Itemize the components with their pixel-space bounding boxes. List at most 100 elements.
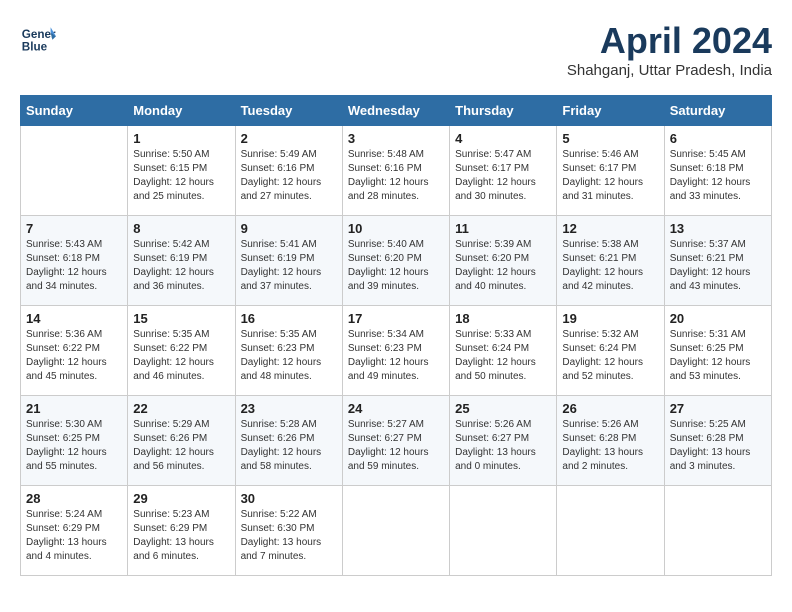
day-info: Sunrise: 5:43 AMSunset: 6:18 PMDaylight:… — [26, 238, 122, 294]
day-cell: 16 Sunrise: 5:35 AMSunset: 6:23 PMDaylig… — [235, 306, 342, 396]
day-info: Sunrise: 5:47 AMSunset: 6:17 PMDaylight:… — [455, 148, 551, 204]
day-info: Sunrise: 5:23 AMSunset: 6:29 PMDaylight:… — [133, 508, 229, 564]
day-number: 26 — [562, 401, 658, 416]
day-info: Sunrise: 5:46 AMSunset: 6:17 PMDaylight:… — [562, 148, 658, 204]
day-cell: 20 Sunrise: 5:31 AMSunset: 6:25 PMDaylig… — [664, 306, 771, 396]
day-number: 25 — [455, 401, 551, 416]
day-info: Sunrise: 5:26 AMSunset: 6:28 PMDaylight:… — [562, 418, 658, 474]
day-info: Sunrise: 5:32 AMSunset: 6:24 PMDaylight:… — [562, 328, 658, 384]
col-header-saturday: Saturday — [664, 96, 771, 126]
header-row: SundayMondayTuesdayWednesdayThursdayFrid… — [21, 96, 772, 126]
day-info: Sunrise: 5:45 AMSunset: 6:18 PMDaylight:… — [670, 148, 766, 204]
day-number: 22 — [133, 401, 229, 416]
day-info: Sunrise: 5:25 AMSunset: 6:28 PMDaylight:… — [670, 418, 766, 474]
day-cell: 5 Sunrise: 5:46 AMSunset: 6:17 PMDayligh… — [557, 126, 664, 216]
week-row-1: 1 Sunrise: 5:50 AMSunset: 6:15 PMDayligh… — [21, 126, 772, 216]
day-cell: 25 Sunrise: 5:26 AMSunset: 6:27 PMDaylig… — [450, 396, 557, 486]
col-header-tuesday: Tuesday — [235, 96, 342, 126]
day-number: 20 — [670, 311, 766, 326]
day-cell: 8 Sunrise: 5:42 AMSunset: 6:19 PMDayligh… — [128, 216, 235, 306]
day-cell: 29 Sunrise: 5:23 AMSunset: 6:29 PMDaylig… — [128, 486, 235, 576]
day-cell: 28 Sunrise: 5:24 AMSunset: 6:29 PMDaylig… — [21, 486, 128, 576]
day-cell: 14 Sunrise: 5:36 AMSunset: 6:22 PMDaylig… — [21, 306, 128, 396]
day-cell: 12 Sunrise: 5:38 AMSunset: 6:21 PMDaylig… — [557, 216, 664, 306]
day-cell — [342, 486, 449, 576]
location-subtitle: Shahganj, Uttar Pradesh, India — [567, 62, 772, 79]
day-info: Sunrise: 5:48 AMSunset: 6:16 PMDaylight:… — [348, 148, 444, 204]
day-info: Sunrise: 5:41 AMSunset: 6:19 PMDaylight:… — [241, 238, 337, 294]
col-header-friday: Friday — [557, 96, 664, 126]
day-info: Sunrise: 5:28 AMSunset: 6:26 PMDaylight:… — [241, 418, 337, 474]
day-info: Sunrise: 5:40 AMSunset: 6:20 PMDaylight:… — [348, 238, 444, 294]
day-cell: 11 Sunrise: 5:39 AMSunset: 6:20 PMDaylig… — [450, 216, 557, 306]
day-number: 6 — [670, 131, 766, 146]
day-cell: 19 Sunrise: 5:32 AMSunset: 6:24 PMDaylig… — [557, 306, 664, 396]
day-number: 14 — [26, 311, 122, 326]
day-info: Sunrise: 5:42 AMSunset: 6:19 PMDaylight:… — [133, 238, 229, 294]
week-row-3: 14 Sunrise: 5:36 AMSunset: 6:22 PMDaylig… — [21, 306, 772, 396]
day-cell: 4 Sunrise: 5:47 AMSunset: 6:17 PMDayligh… — [450, 126, 557, 216]
col-header-sunday: Sunday — [21, 96, 128, 126]
title-area: April 2024 Shahganj, Uttar Pradesh, Indi… — [567, 20, 772, 79]
day-info: Sunrise: 5:38 AMSunset: 6:21 PMDaylight:… — [562, 238, 658, 294]
day-number: 30 — [241, 491, 337, 506]
day-number: 11 — [455, 221, 551, 236]
day-number: 29 — [133, 491, 229, 506]
day-cell — [557, 486, 664, 576]
day-info: Sunrise: 5:31 AMSunset: 6:25 PMDaylight:… — [670, 328, 766, 384]
day-cell: 7 Sunrise: 5:43 AMSunset: 6:18 PMDayligh… — [21, 216, 128, 306]
day-info: Sunrise: 5:49 AMSunset: 6:16 PMDaylight:… — [241, 148, 337, 204]
day-cell — [21, 126, 128, 216]
logo-icon: General Blue — [20, 20, 56, 56]
day-cell: 18 Sunrise: 5:33 AMSunset: 6:24 PMDaylig… — [450, 306, 557, 396]
day-cell: 10 Sunrise: 5:40 AMSunset: 6:20 PMDaylig… — [342, 216, 449, 306]
week-row-4: 21 Sunrise: 5:30 AMSunset: 6:25 PMDaylig… — [21, 396, 772, 486]
day-number: 28 — [26, 491, 122, 506]
day-cell: 9 Sunrise: 5:41 AMSunset: 6:19 PMDayligh… — [235, 216, 342, 306]
day-cell: 2 Sunrise: 5:49 AMSunset: 6:16 PMDayligh… — [235, 126, 342, 216]
day-cell: 6 Sunrise: 5:45 AMSunset: 6:18 PMDayligh… — [664, 126, 771, 216]
day-cell: 27 Sunrise: 5:25 AMSunset: 6:28 PMDaylig… — [664, 396, 771, 486]
day-number: 8 — [133, 221, 229, 236]
day-info: Sunrise: 5:27 AMSunset: 6:27 PMDaylight:… — [348, 418, 444, 474]
day-info: Sunrise: 5:29 AMSunset: 6:26 PMDaylight:… — [133, 418, 229, 474]
day-number: 18 — [455, 311, 551, 326]
day-number: 2 — [241, 131, 337, 146]
day-info: Sunrise: 5:36 AMSunset: 6:22 PMDaylight:… — [26, 328, 122, 384]
week-row-2: 7 Sunrise: 5:43 AMSunset: 6:18 PMDayligh… — [21, 216, 772, 306]
day-cell: 30 Sunrise: 5:22 AMSunset: 6:30 PMDaylig… — [235, 486, 342, 576]
day-cell: 13 Sunrise: 5:37 AMSunset: 6:21 PMDaylig… — [664, 216, 771, 306]
day-cell: 24 Sunrise: 5:27 AMSunset: 6:27 PMDaylig… — [342, 396, 449, 486]
day-cell: 22 Sunrise: 5:29 AMSunset: 6:26 PMDaylig… — [128, 396, 235, 486]
day-cell: 21 Sunrise: 5:30 AMSunset: 6:25 PMDaylig… — [21, 396, 128, 486]
day-number: 27 — [670, 401, 766, 416]
col-header-monday: Monday — [128, 96, 235, 126]
day-number: 23 — [241, 401, 337, 416]
day-cell: 1 Sunrise: 5:50 AMSunset: 6:15 PMDayligh… — [128, 126, 235, 216]
day-cell: 23 Sunrise: 5:28 AMSunset: 6:26 PMDaylig… — [235, 396, 342, 486]
day-number: 7 — [26, 221, 122, 236]
day-number: 13 — [670, 221, 766, 236]
day-cell: 3 Sunrise: 5:48 AMSunset: 6:16 PMDayligh… — [342, 126, 449, 216]
day-info: Sunrise: 5:35 AMSunset: 6:22 PMDaylight:… — [133, 328, 229, 384]
day-info: Sunrise: 5:24 AMSunset: 6:29 PMDaylight:… — [26, 508, 122, 564]
day-number: 17 — [348, 311, 444, 326]
day-info: Sunrise: 5:37 AMSunset: 6:21 PMDaylight:… — [670, 238, 766, 294]
day-info: Sunrise: 5:35 AMSunset: 6:23 PMDaylight:… — [241, 328, 337, 384]
day-info: Sunrise: 5:34 AMSunset: 6:23 PMDaylight:… — [348, 328, 444, 384]
page-header: General Blue April 2024 Shahganj, Uttar … — [20, 20, 772, 79]
day-number: 16 — [241, 311, 337, 326]
day-number: 19 — [562, 311, 658, 326]
day-number: 1 — [133, 131, 229, 146]
day-info: Sunrise: 5:50 AMSunset: 6:15 PMDaylight:… — [133, 148, 229, 204]
day-cell — [450, 486, 557, 576]
week-row-5: 28 Sunrise: 5:24 AMSunset: 6:29 PMDaylig… — [21, 486, 772, 576]
day-number: 4 — [455, 131, 551, 146]
svg-text:Blue: Blue — [22, 41, 48, 54]
calendar-table: SundayMondayTuesdayWednesdayThursdayFrid… — [20, 95, 772, 576]
day-info: Sunrise: 5:22 AMSunset: 6:30 PMDaylight:… — [241, 508, 337, 564]
day-cell: 26 Sunrise: 5:26 AMSunset: 6:28 PMDaylig… — [557, 396, 664, 486]
day-number: 9 — [241, 221, 337, 236]
col-header-wednesday: Wednesday — [342, 96, 449, 126]
day-cell: 17 Sunrise: 5:34 AMSunset: 6:23 PMDaylig… — [342, 306, 449, 396]
